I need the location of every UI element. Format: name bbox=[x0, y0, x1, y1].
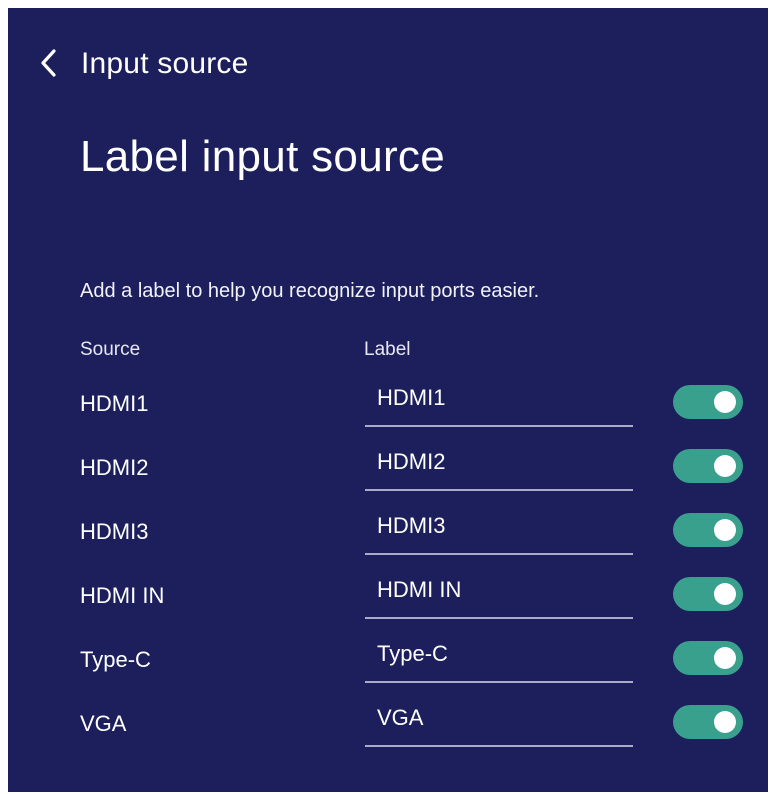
input-source-list: HDMI1 HDMI1 HDMI2 HDMI2 HDMI3 HDMI3 HDMI… bbox=[8, 380, 768, 764]
input-source-row-hdmi1: HDMI1 HDMI1 bbox=[8, 380, 768, 444]
toggle-knob bbox=[714, 391, 736, 413]
label-input-type-c[interactable]: Type-C bbox=[365, 636, 633, 683]
enable-toggle-hdmi2[interactable] bbox=[673, 449, 743, 483]
enable-toggle-hdmi3[interactable] bbox=[673, 513, 743, 547]
input-source-row-hdmi3: HDMI3 HDMI3 bbox=[8, 508, 768, 572]
page-description: Add a label to help you recognize input … bbox=[80, 280, 540, 302]
toggle-knob bbox=[714, 711, 736, 733]
input-source-row-hdmi-in: HDMI IN HDMI IN bbox=[8, 572, 768, 636]
toggle-knob bbox=[714, 519, 736, 541]
source-name: Type-C bbox=[80, 647, 151, 672]
label-input-hdmi3[interactable]: HDMI3 bbox=[365, 508, 633, 555]
label-input-hdmi-in[interactable]: HDMI IN bbox=[365, 572, 633, 619]
label-input-value: HDMI2 bbox=[377, 449, 446, 474]
label-input-value: Type-C bbox=[377, 641, 448, 666]
input-source-row-type-c: Type-C Type-C bbox=[8, 636, 768, 700]
breadcrumb: Input source bbox=[81, 47, 249, 80]
label-column-header: Label bbox=[364, 339, 411, 360]
settings-panel: Input source Label input source Add a la… bbox=[8, 8, 768, 792]
source-name: HDMI3 bbox=[80, 519, 149, 544]
label-input-vga[interactable]: VGA bbox=[365, 700, 633, 747]
enable-toggle-type-c[interactable] bbox=[673, 641, 743, 675]
label-input-value: HDMI IN bbox=[377, 577, 462, 602]
source-name: HDMI1 bbox=[80, 391, 149, 416]
back-button[interactable] bbox=[36, 46, 62, 80]
source-name: HDMI2 bbox=[80, 455, 149, 480]
toggle-knob bbox=[714, 455, 736, 477]
label-input-hdmi2[interactable]: HDMI2 bbox=[365, 444, 633, 491]
source-column-header: Source bbox=[80, 339, 141, 360]
label-input-value: VGA bbox=[377, 705, 424, 730]
chevron-left-icon bbox=[36, 46, 62, 80]
label-input-value: HDMI3 bbox=[377, 513, 446, 538]
page-title: Label input source bbox=[80, 132, 445, 181]
label-input-hdmi1[interactable]: HDMI1 bbox=[365, 380, 633, 427]
input-source-row-vga: VGA VGA bbox=[8, 700, 768, 764]
toggle-knob bbox=[714, 647, 736, 669]
enable-toggle-hdmi1[interactable] bbox=[673, 385, 743, 419]
label-input-value: HDMI1 bbox=[377, 385, 446, 410]
source-name: VGA bbox=[80, 711, 127, 736]
source-name: HDMI IN bbox=[80, 583, 165, 608]
input-source-row-hdmi2: HDMI2 HDMI2 bbox=[8, 444, 768, 508]
toggle-knob bbox=[714, 583, 736, 605]
enable-toggle-vga[interactable] bbox=[673, 705, 743, 739]
enable-toggle-hdmi-in[interactable] bbox=[673, 577, 743, 611]
